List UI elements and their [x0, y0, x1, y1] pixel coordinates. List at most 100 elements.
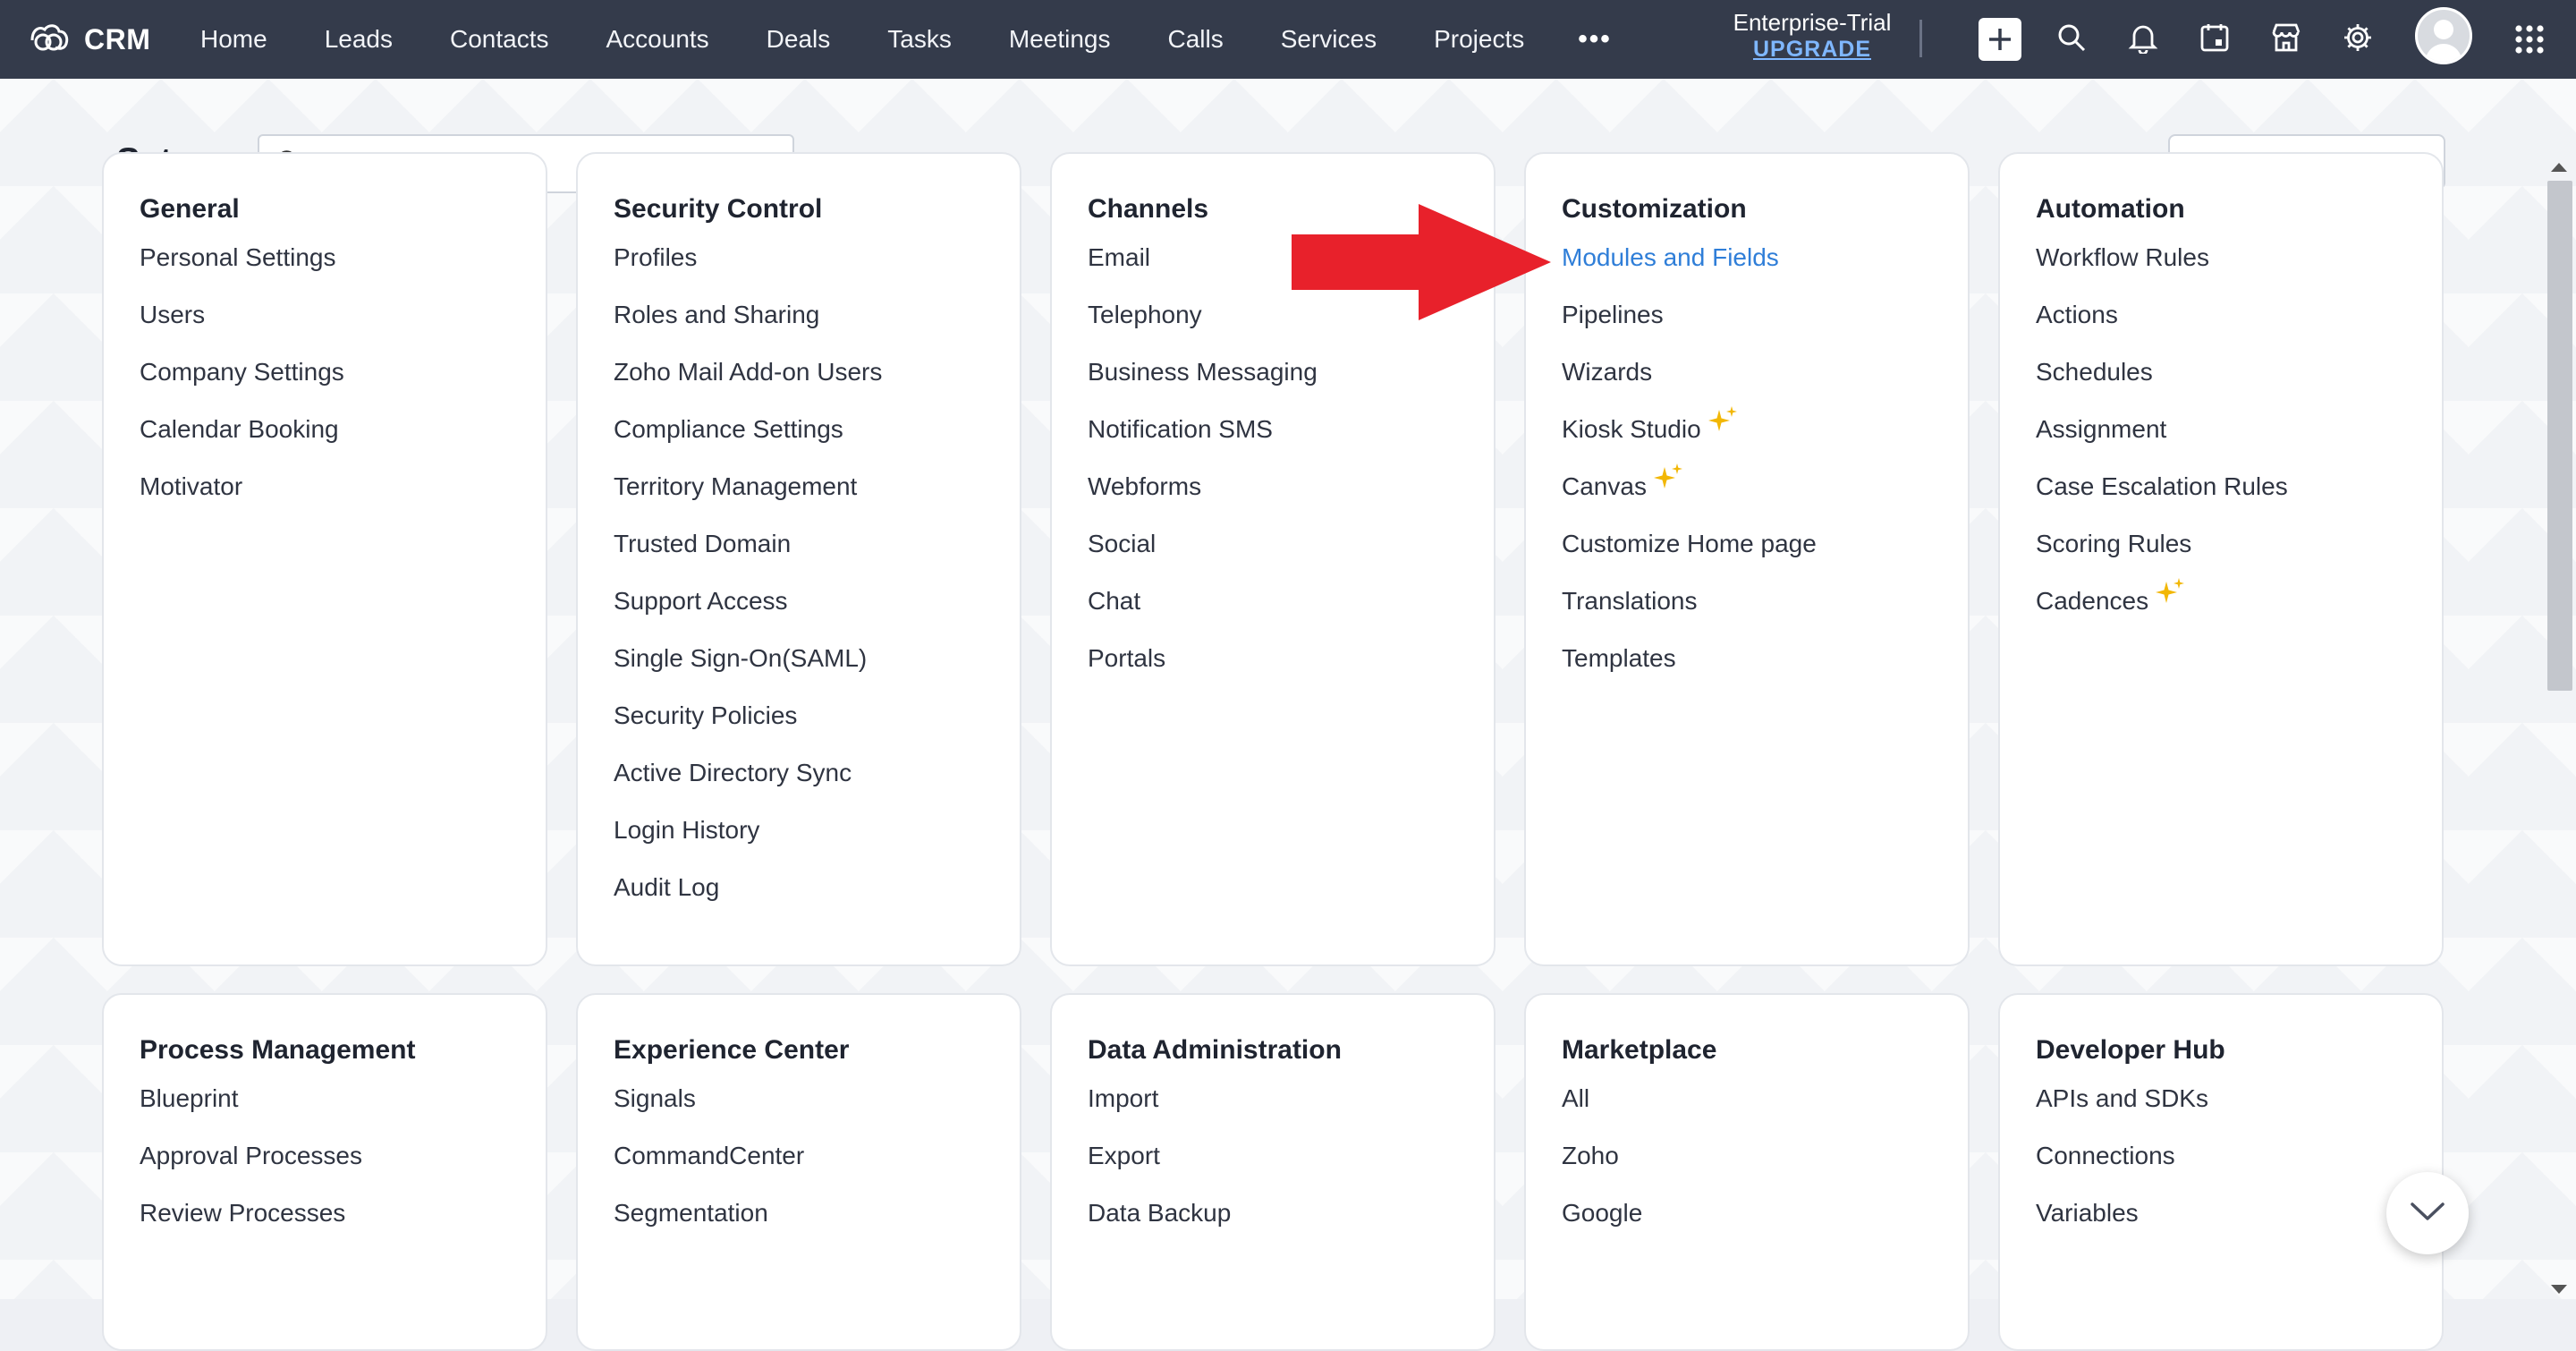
- link-case-escalation-rules[interactable]: Case Escalation Rules: [2036, 458, 2442, 515]
- link-motivator[interactable]: Motivator: [140, 458, 546, 515]
- link-zoho[interactable]: Zoho: [1562, 1127, 1968, 1185]
- calendar-icon: [2199, 21, 2231, 58]
- link-customize-home-page[interactable]: Customize Home page: [1562, 515, 1968, 573]
- link-data-backup[interactable]: Data Backup: [1088, 1185, 1494, 1242]
- brand[interactable]: CRM: [27, 16, 150, 63]
- link-segmentation[interactable]: Segmentation: [614, 1185, 1020, 1242]
- create-button[interactable]: [1964, 0, 2036, 79]
- link-notification-sms[interactable]: Notification SMS: [1088, 401, 1494, 458]
- card-title: Security Control: [614, 194, 823, 224]
- brand-name: CRM: [84, 22, 151, 55]
- link-workflow-rules[interactable]: Workflow Rules: [2036, 229, 2442, 286]
- link-assignment[interactable]: Assignment: [2036, 401, 2442, 458]
- marketplace-button[interactable]: [2250, 0, 2322, 79]
- annotation-arrow-icon: [1292, 204, 1551, 320]
- link-review-processes[interactable]: Review Processes: [140, 1185, 546, 1242]
- scroll-down-button[interactable]: [2386, 1172, 2469, 1254]
- link-chat[interactable]: Chat: [1088, 573, 1494, 630]
- upgrade-link[interactable]: UPGRADE: [1717, 36, 1907, 63]
- card-title: Experience Center: [614, 1035, 850, 1065]
- sparkle-icon: [1652, 462, 1684, 500]
- link-templates[interactable]: Templates: [1562, 630, 1968, 687]
- link-commandcenter[interactable]: CommandCenter: [614, 1127, 1020, 1185]
- link-google[interactable]: Google: [1562, 1185, 1968, 1242]
- nav-icons: [1964, 0, 2394, 79]
- link-compliance-settings[interactable]: Compliance Settings: [614, 401, 1020, 458]
- link-kiosk-studio[interactable]: Kiosk Studio: [1562, 401, 1968, 458]
- link-apis-and-sdks[interactable]: APIs and SDKs: [2036, 1070, 2442, 1127]
- bell-icon: [2128, 21, 2158, 58]
- link-single-sign-on[interactable]: Single Sign-On(SAML): [614, 630, 1020, 687]
- nav-divider: [1919, 20, 1922, 57]
- link-login-history[interactable]: Login History: [614, 802, 1020, 859]
- link-audit-log[interactable]: Audit Log: [614, 859, 1020, 916]
- link-profiles[interactable]: Profiles: [614, 229, 1020, 286]
- link-export[interactable]: Export: [1088, 1127, 1494, 1185]
- link-security-policies[interactable]: Security Policies: [614, 687, 1020, 744]
- link-roles-and-sharing[interactable]: Roles and Sharing: [614, 286, 1020, 344]
- nav-item-contacts[interactable]: Contacts: [421, 0, 578, 79]
- nav-item-deals[interactable]: Deals: [738, 0, 860, 79]
- card-title: Process Management: [140, 1035, 416, 1065]
- nav-item-accounts[interactable]: Accounts: [578, 0, 738, 79]
- card-data-administration: Data Administration Import Export Data B…: [1050, 993, 1496, 1351]
- nav-item-home[interactable]: Home: [186, 0, 296, 79]
- link-signals[interactable]: Signals: [614, 1070, 1020, 1127]
- store-icon: [2270, 21, 2302, 58]
- scrollbar-thumb[interactable]: [2547, 181, 2572, 691]
- link-pipelines[interactable]: Pipelines: [1562, 286, 1968, 344]
- gear-icon: [2342, 21, 2374, 58]
- link-modules-and-fields[interactable]: Modules and Fields: [1562, 229, 1968, 286]
- link-approval-processes[interactable]: Approval Processes: [140, 1127, 546, 1185]
- scroll-up-arrow-icon[interactable]: [2551, 163, 2567, 172]
- nav-item-projects[interactable]: Projects: [1405, 0, 1553, 79]
- link-company-settings[interactable]: Company Settings: [140, 344, 546, 401]
- link-translations[interactable]: Translations: [1562, 573, 1968, 630]
- link-wizards[interactable]: Wizards: [1562, 344, 1968, 401]
- link-portals[interactable]: Portals: [1088, 630, 1494, 687]
- nav-item-services[interactable]: Services: [1252, 0, 1405, 79]
- settings-button[interactable]: [2322, 0, 2394, 79]
- link-territory-management[interactable]: Territory Management: [614, 458, 1020, 515]
- link-calendar-booking[interactable]: Calendar Booking: [140, 401, 546, 458]
- avatar[interactable]: [2415, 7, 2472, 64]
- card-general: General Personal Settings Users Company …: [102, 152, 547, 966]
- nav-item-tasks[interactable]: Tasks: [859, 0, 980, 79]
- scroll-down-arrow-icon[interactable]: [2551, 1285, 2567, 1294]
- card-process-management: Process Management Blueprint Approval Pr…: [102, 993, 547, 1351]
- link-schedules[interactable]: Schedules: [2036, 344, 2442, 401]
- link-trusted-domain[interactable]: Trusted Domain: [614, 515, 1020, 573]
- nav-item-calls[interactable]: Calls: [1139, 0, 1251, 79]
- more-modules-icon[interactable]: •••: [1553, 0, 1637, 79]
- nav-item-meetings[interactable]: Meetings: [980, 0, 1140, 79]
- link-all[interactable]: All: [1562, 1070, 1968, 1127]
- trial-info: Enterprise-Trial UPGRADE: [1717, 9, 1907, 63]
- link-canvas[interactable]: Canvas: [1562, 458, 1968, 515]
- card-security-control: Security Control Profiles Roles and Shar…: [576, 152, 1021, 966]
- link-blueprint[interactable]: Blueprint: [140, 1070, 546, 1127]
- link-import[interactable]: Import: [1088, 1070, 1494, 1127]
- link-social[interactable]: Social: [1088, 515, 1494, 573]
- apps-grid-icon[interactable]: [2504, 18, 2555, 61]
- link-support-access[interactable]: Support Access: [614, 573, 1020, 630]
- link-webforms[interactable]: Webforms: [1088, 458, 1494, 515]
- link-business-messaging[interactable]: Business Messaging: [1088, 344, 1494, 401]
- link-connections[interactable]: Connections: [2036, 1127, 2442, 1185]
- link-label: Kiosk Studio: [1562, 415, 1701, 443]
- link-zoho-mail-addon-users[interactable]: Zoho Mail Add-on Users: [614, 344, 1020, 401]
- search-button[interactable]: [2036, 0, 2107, 79]
- calendar-button[interactable]: [2179, 0, 2250, 79]
- card-experience-center: Experience Center Signals CommandCenter …: [576, 993, 1021, 1351]
- card-marketplace: Marketplace All Zoho Google: [1524, 993, 1970, 1351]
- card-title: Automation: [2036, 194, 2185, 224]
- link-actions[interactable]: Actions: [2036, 286, 2442, 344]
- nav-item-leads[interactable]: Leads: [296, 0, 421, 79]
- link-scoring-rules[interactable]: Scoring Rules: [2036, 515, 2442, 573]
- link-users[interactable]: Users: [140, 286, 546, 344]
- link-variables[interactable]: Variables: [2036, 1185, 2442, 1242]
- chevron-down-icon: [2409, 1200, 2446, 1228]
- link-active-directory-sync[interactable]: Active Directory Sync: [614, 744, 1020, 802]
- link-cadences[interactable]: Cadences: [2036, 573, 2442, 630]
- link-personal-settings[interactable]: Personal Settings: [140, 229, 546, 286]
- notifications-button[interactable]: [2107, 0, 2179, 79]
